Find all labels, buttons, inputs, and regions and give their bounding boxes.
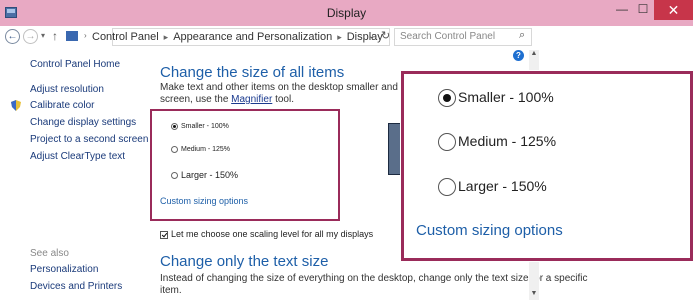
zoom-custom-sizing-link[interactable]: Custom sizing options [416,222,563,239]
sidebar-item-change-display-settings[interactable]: Change display settings [30,117,136,128]
forward-button[interactable]: → [23,29,38,44]
radio-selected-icon[interactable] [438,89,456,108]
radio-icon[interactable] [438,178,456,197]
breadcrumb-control-panel[interactable]: Control Panel [92,31,159,43]
close-button[interactable]: ✕ [654,0,693,20]
custom-sizing-link[interactable]: Custom sizing options [160,196,248,206]
radio-label: Larger - 150% [181,170,239,180]
sidebar-item-adjust-cleartype[interactable]: Adjust ClearType text [30,151,125,162]
back-arrow-icon: ← [7,31,18,42]
radio-icon[interactable] [438,133,456,152]
window-title: Display [326,6,367,20]
recent-pages-dropdown-icon[interactable]: ▾ [41,31,45,40]
refresh-icon[interactable]: ↻ [381,29,390,42]
description-text: tool. [275,94,294,105]
heading-change-size: Change the size of all items [160,64,345,81]
radio-label: Medium - 125% [458,133,557,149]
description-change-size: Make text and other items on the desktop… [160,82,400,94]
checkbox-checked-icon[interactable] [160,230,168,239]
sidebar-item-calibrate-color[interactable]: Calibrate color [30,100,94,111]
forward-arrow-icon: → [25,31,36,42]
breadcrumb-display[interactable]: Display [347,31,383,43]
address-dropdown-icon[interactable]: ⌄ [368,31,375,40]
breadcrumb-chevron-icon: › [84,31,87,40]
heading-change-text: Change only the text size [160,253,329,270]
display-preview [388,123,402,175]
see-also-heading: See also [30,248,69,259]
sidebar-item-personalization[interactable]: Personalization [30,264,98,275]
shield-icon [11,98,21,111]
radio-icon[interactable] [171,172,178,180]
description-change-text-line-2: item. [160,285,182,296]
zoom-radio-medium[interactable]: Medium - 125% [438,131,557,152]
sidebar-item-control-panel-home[interactable]: Control Panel Home [30,59,120,70]
zoom-radio-smaller[interactable]: Smaller - 100% [438,87,554,108]
description-change-size-line-2: screen, use the Magnifier tool. [160,94,294,106]
checkbox-label: Let me choose one scaling level for all … [171,229,374,239]
breadcrumb-separator-icon: ▸ [337,32,342,42]
back-button[interactable]: ← [5,29,20,44]
radio-selected-icon[interactable] [171,122,178,130]
help-icon[interactable]: ? [513,50,524,61]
minimize-button[interactable]: — [612,0,632,20]
sidebar-item-project-second-screen[interactable]: Project to a second screen [30,134,148,145]
radio-medium[interactable]: Medium - 125% [171,145,230,155]
description-change-text: Instead of changing the size of everythi… [160,273,588,284]
search-input[interactable]: Search Control Panel [394,28,532,46]
scroll-up-icon[interactable]: ▲ [529,50,539,57]
up-arrow-icon[interactable]: ↑ [52,29,58,43]
scaling-checkbox-row[interactable]: Let me choose one scaling level for all … [160,229,373,239]
radio-label: Smaller - 100% [181,123,229,130]
scroll-down-icon[interactable]: ▼ [529,290,539,297]
breadcrumb-appearance[interactable]: Appearance and Personalization [173,31,332,43]
zoom-radio-larger[interactable]: Larger - 150% [438,176,547,197]
radio-smaller[interactable]: Smaller - 100% [171,122,229,132]
sidebar-item-adjust-resolution[interactable]: Adjust resolution [30,84,104,95]
radio-label: Medium - 125% [181,146,231,153]
radio-icon[interactable] [171,145,178,153]
description-line-1: Make text and other items on the desktop… [160,82,400,93]
magnifier-link[interactable]: Magnifier [231,94,272,105]
search-icon[interactable]: ⌕ [519,29,525,42]
control-panel-icon [66,31,78,41]
radio-label: Larger - 150% [458,178,547,194]
sidebar-item-devices-printers[interactable]: Devices and Printers [30,281,122,292]
maximize-button[interactable]: ☐ [632,0,654,20]
radio-larger[interactable]: Larger - 150% [171,170,238,180]
breadcrumb: Control Panel ▸ Appearance and Personaliza… [92,29,383,45]
radio-label: Smaller - 100% [458,89,554,105]
description-text: screen, use the [160,94,229,105]
breadcrumb-separator-icon: ▸ [163,32,169,42]
